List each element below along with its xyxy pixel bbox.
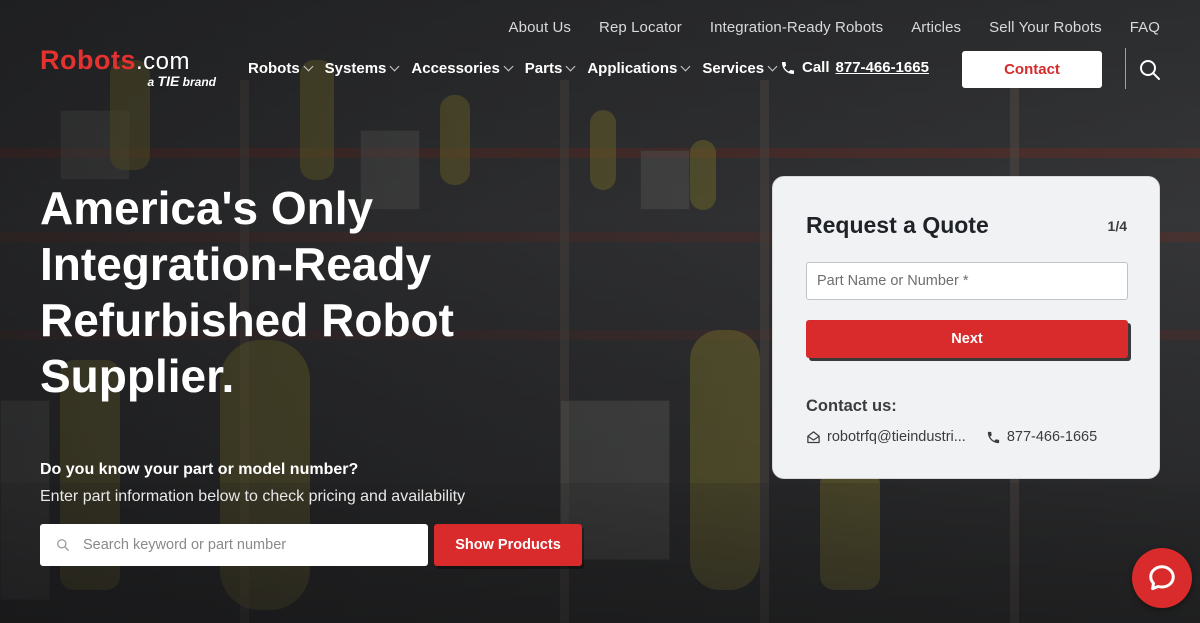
utility-nav: About Us Rep Locator Integration-Ready R…: [509, 19, 1160, 36]
nav-systems[interactable]: Systems: [325, 60, 400, 77]
next-button[interactable]: Next: [806, 320, 1128, 358]
hero-question: Do you know your part or model number?: [40, 461, 359, 478]
main-nav: Robots Systems Accessories Parts Applica…: [248, 60, 778, 77]
site-logo[interactable]: Robots.com a TIE brand: [40, 45, 220, 92]
part-search-box: [40, 524, 428, 566]
logo-tagline: a TIE brand: [147, 73, 217, 89]
phone-icon: [987, 431, 999, 443]
nav-integration-ready-robots[interactable]: Integration-Ready Robots: [710, 19, 883, 36]
nav-rep-locator[interactable]: Rep Locator: [599, 19, 682, 36]
chevron-down-icon: [389, 61, 400, 72]
contact-us-label: Contact us:: [806, 397, 897, 415]
chat-bubble-icon: [1149, 565, 1175, 591]
search-icon: [57, 539, 69, 551]
request-quote-card: Request a Quote 1/4 Next Contact us: rob…: [772, 176, 1160, 479]
nav-faq[interactable]: FAQ: [1130, 19, 1160, 36]
logo-wordmark: Robots.com: [40, 45, 190, 75]
nav-parts[interactable]: Parts: [525, 60, 576, 77]
chevron-down-icon: [767, 61, 778, 72]
quote-step-indicator: 1/4: [1107, 218, 1127, 234]
nav-sell-your-robots[interactable]: Sell Your Robots: [989, 19, 1102, 36]
contact-phone[interactable]: 877-466-1665: [1007, 429, 1097, 445]
hero-subtitle: Enter part information below to check pr…: [40, 488, 466, 505]
call-number[interactable]: 877-466-1665: [836, 59, 929, 76]
nav-services[interactable]: Services: [702, 60, 778, 77]
show-products-button[interactable]: Show Products: [434, 524, 582, 566]
contact-email[interactable]: robotrfq@tieindustri...: [827, 429, 966, 445]
chevron-down-icon: [303, 61, 314, 72]
call-link[interactable]: Call 877-466-1665: [780, 59, 929, 76]
chevron-down-icon: [503, 61, 514, 72]
nav-about-us[interactable]: About Us: [509, 19, 572, 36]
chat-button[interactable]: [1132, 548, 1192, 608]
envelope-icon: [807, 430, 820, 443]
quote-title: Request a Quote: [806, 212, 989, 238]
contact-button[interactable]: Contact: [962, 51, 1102, 88]
part-name-input[interactable]: [806, 262, 1128, 300]
nav-accessories[interactable]: Accessories: [411, 60, 514, 77]
nav-applications[interactable]: Applications: [587, 60, 691, 77]
nav-robots[interactable]: Robots: [248, 60, 314, 77]
call-label: Call: [802, 59, 830, 76]
chevron-down-icon: [565, 61, 576, 72]
nav-articles[interactable]: Articles: [911, 19, 961, 36]
hero-title: America's Only Integration-Ready Refurbi…: [40, 182, 454, 402]
chevron-down-icon: [680, 61, 691, 72]
phone-icon: [782, 61, 794, 74]
search-icon[interactable]: [1138, 58, 1162, 82]
part-search-input[interactable]: [83, 537, 403, 553]
contact-info-row: robotrfq@tieindustri... 877-466-1665: [806, 429, 1097, 445]
header-divider: [1125, 48, 1126, 89]
